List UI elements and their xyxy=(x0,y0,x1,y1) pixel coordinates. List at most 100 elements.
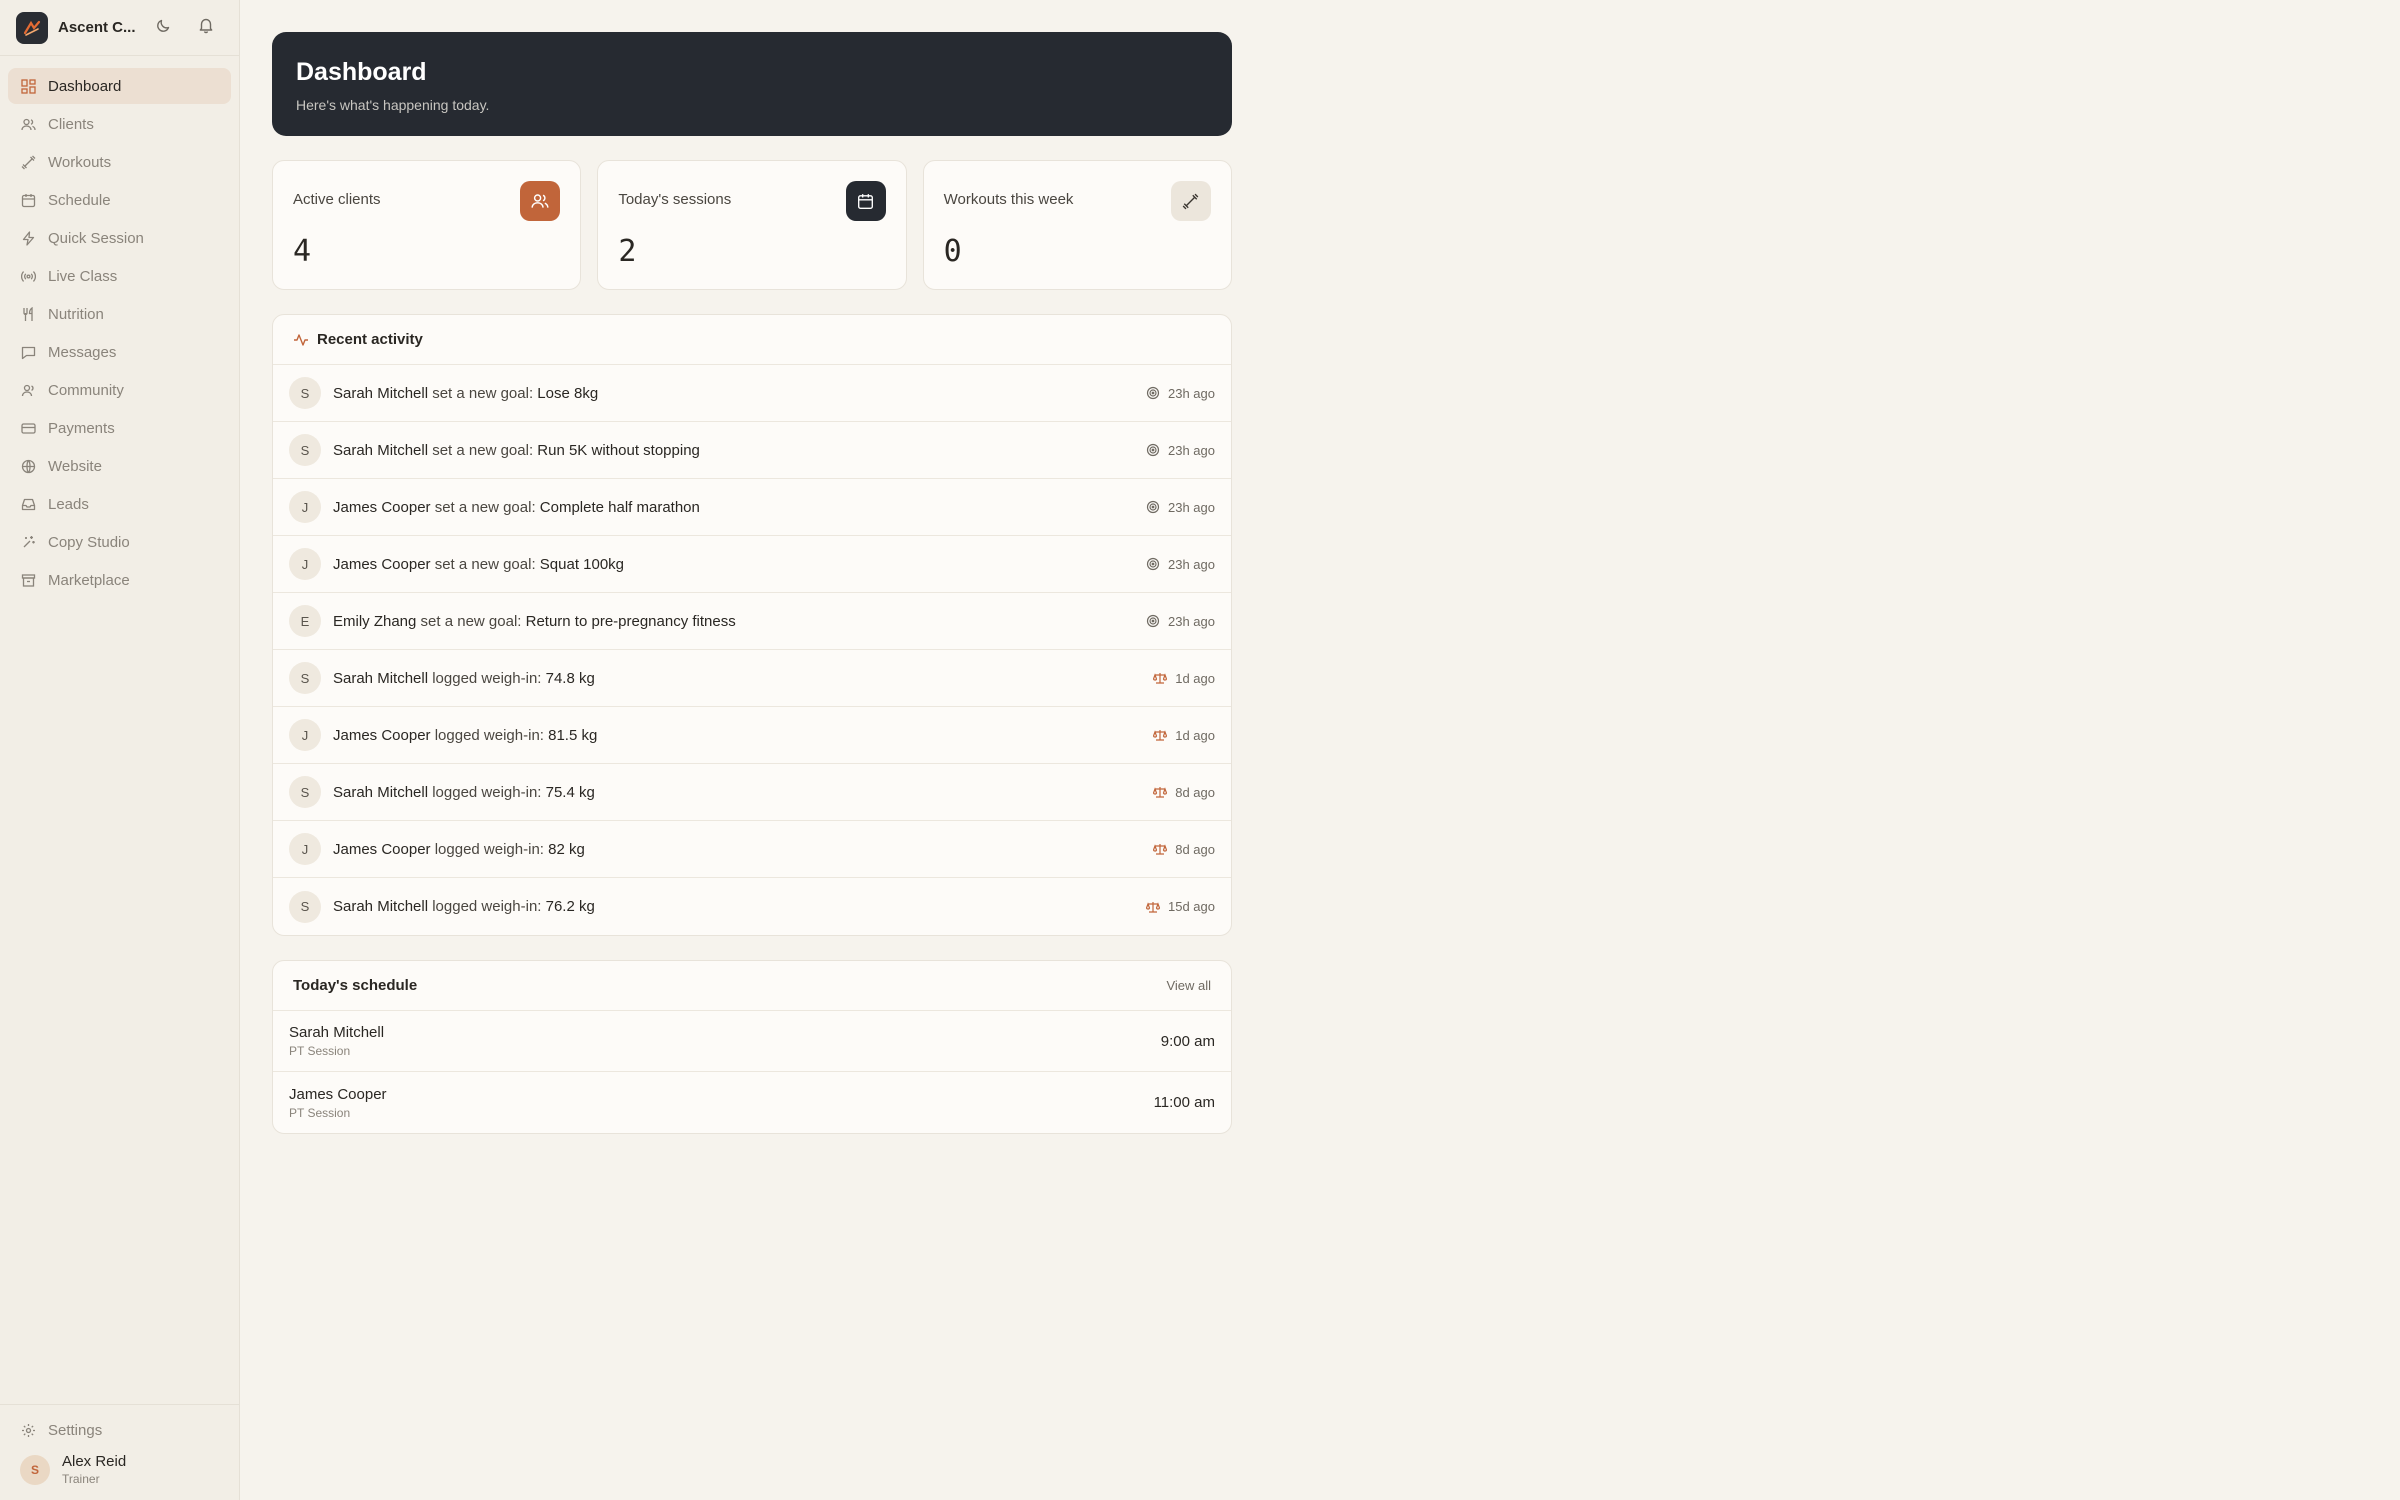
page-subtitle: Here's what's happening today. xyxy=(296,97,490,113)
activity-action: set a new goal: xyxy=(428,441,538,459)
target-icon xyxy=(1146,500,1160,514)
stat-card-workouts-week[interactable]: Workouts this week 0 xyxy=(922,160,1232,290)
sidebar-item-label: Marketplace xyxy=(48,571,130,589)
activity-value: 76.2 kg xyxy=(545,898,595,915)
sidebar-nav: Dashboard Clients Workouts Schedule Quic… xyxy=(0,56,239,612)
activity-value: 82 kg xyxy=(548,840,585,858)
activity-text: Sarah Mitchell logged weigh-in: 74.8 kg xyxy=(333,670,595,687)
avatar: J xyxy=(289,719,321,751)
sidebar-item-label: Workouts xyxy=(48,153,112,171)
message-icon xyxy=(20,344,36,360)
activity-action: logged weigh-in: xyxy=(428,783,546,801)
activity-value: 75.4 kg xyxy=(545,783,595,801)
stat-value: 4 xyxy=(293,234,312,269)
card-icon xyxy=(20,420,36,436)
user-profile[interactable]: S Alex Reid Trainer xyxy=(8,1447,232,1486)
scale-icon xyxy=(1146,900,1160,914)
avatar: S xyxy=(289,377,321,409)
sidebar-item-label: Payments xyxy=(48,419,115,437)
target-icon xyxy=(1146,614,1160,628)
activity-row[interactable]: S Sarah Mitchell logged weigh-in: 74.8 kg… xyxy=(273,650,1231,707)
sidebar-item-payments[interactable]: Payments xyxy=(8,410,231,446)
sidebar-item-clients[interactable]: Clients xyxy=(8,106,231,142)
target-icon xyxy=(1146,443,1160,457)
sidebar-item-messages[interactable]: Messages xyxy=(8,334,231,370)
activity-row[interactable]: S Sarah Mitchell logged weigh-in: 76.2 kg… xyxy=(273,878,1231,935)
view-all-link[interactable]: View all xyxy=(1166,978,1211,993)
sidebar-item-nutrition[interactable]: Nutrition xyxy=(8,296,231,332)
sidebar-item-live-class[interactable]: Live Class xyxy=(8,258,231,294)
activity-row[interactable]: S Sarah Mitchell set a new goal: Lose 8kg… xyxy=(273,365,1231,422)
activity-row[interactable]: J James Cooper set a new goal: Squat 100k… xyxy=(273,536,1231,593)
activity-row[interactable]: E Emily Zhang set a new goal: Return to p… xyxy=(273,593,1231,650)
sidebar: Ascent C... Dashboard Clients Workouts S… xyxy=(0,0,240,1500)
activity-time: 23h ago xyxy=(1168,613,1215,629)
sidebar-item-label: Leads xyxy=(48,495,89,513)
activity-meta: 23h ago xyxy=(1146,386,1215,401)
dashboard-hero: Dashboard Here's what's happening today. xyxy=(272,32,1232,136)
activity-action: logged weigh-in: xyxy=(430,726,549,744)
activity-row[interactable]: J James Cooper logged weigh-in: 82 kg 8d a… xyxy=(273,821,1231,878)
activity-row[interactable]: S Sarah Mitchell logged weigh-in: 75.4 kg… xyxy=(273,764,1231,821)
sidebar-item-marketplace[interactable]: Marketplace xyxy=(8,562,231,598)
stat-card-todays-sessions[interactable]: Today's sessions 2 xyxy=(597,160,907,290)
sidebar-item-community[interactable]: Community xyxy=(8,372,231,408)
store-icon xyxy=(20,572,36,588)
user-role: Trainer xyxy=(62,1472,100,1486)
globe-icon xyxy=(20,458,36,474)
schedule-session-type: PT Session xyxy=(289,1105,351,1120)
activity-action: set a new goal: xyxy=(430,555,540,573)
activity-meta: 23h ago xyxy=(1146,443,1215,458)
activity-action: set a new goal: xyxy=(416,612,526,630)
activity-value: Squat 100kg xyxy=(539,555,625,573)
app-name: Ascent C... xyxy=(58,19,136,36)
activity-row[interactable]: S Sarah Mitchell set a new goal: Run 5K w… xyxy=(273,422,1231,479)
client-name: James Cooper xyxy=(333,726,431,744)
activity-meta: 1d ago xyxy=(1153,728,1215,743)
activity-action: set a new goal: xyxy=(428,384,538,402)
sidebar-item-dashboard[interactable]: Dashboard xyxy=(8,68,231,104)
client-name: Sarah Mitchell xyxy=(333,441,429,459)
sidebar-item-label: Schedule xyxy=(48,191,111,209)
todays-schedule-card: Today's schedule View all Sarah Mitchell… xyxy=(272,960,1232,1134)
sidebar-item-label: Nutrition xyxy=(48,305,104,323)
activity-time: 23h ago xyxy=(1168,499,1215,515)
schedule-row[interactable]: James Cooper PT Session 11:00 am xyxy=(273,1072,1231,1133)
activity-time: 8d ago xyxy=(1175,784,1215,800)
target-icon xyxy=(1146,557,1160,571)
sparkle-icon xyxy=(20,534,36,550)
sidebar-item-quick-session[interactable]: Quick Session xyxy=(8,220,231,256)
activity-text: James Cooper logged weigh-in: 82 kg xyxy=(333,841,585,858)
dark-mode-toggle[interactable] xyxy=(150,14,178,42)
activity-text: Sarah Mitchell set a new goal: Run 5K wi… xyxy=(333,442,700,459)
sidebar-item-settings[interactable]: Settings xyxy=(8,1413,232,1447)
sidebar-item-website[interactable]: Website xyxy=(8,448,231,484)
activity-text: James Cooper logged weigh-in: 81.5 kg xyxy=(333,727,597,744)
calendar-icon xyxy=(845,181,886,221)
users-icon xyxy=(520,181,561,221)
client-name: Emily Zhang xyxy=(333,612,417,630)
sidebar-item-label: Clients xyxy=(48,115,94,133)
app-logo-icon[interactable] xyxy=(16,11,48,44)
todays-schedule-header: Today's schedule View all xyxy=(273,961,1231,1011)
notifications-button[interactable] xyxy=(192,14,220,42)
brand-header: Ascent C... xyxy=(0,0,239,56)
activity-value: Run 5K without stopping xyxy=(537,441,700,459)
activity-meta: 8d ago xyxy=(1153,842,1215,857)
client-name: Sarah Mitchell xyxy=(333,669,429,687)
sidebar-item-workouts[interactable]: Workouts xyxy=(8,144,231,180)
activity-row[interactable]: J James Cooper logged weigh-in: 81.5 kg 1d… xyxy=(273,707,1231,764)
sidebar-item-leads[interactable]: Leads xyxy=(8,486,231,522)
activity-meta: 8d ago xyxy=(1153,785,1215,800)
activity-row[interactable]: J James Cooper set a new goal: Complete h… xyxy=(273,479,1231,536)
activity-meta: 1d ago xyxy=(1153,671,1215,686)
activity-text: Emily Zhang set a new goal: Return to pr… xyxy=(333,613,736,630)
activity-value: 81.5 kg xyxy=(548,726,598,744)
sidebar-item-copy-studio[interactable]: Copy Studio xyxy=(8,524,231,560)
schedule-row[interactable]: Sarah Mitchell PT Session 9:00 am xyxy=(273,1011,1231,1072)
sidebar-item-schedule[interactable]: Schedule xyxy=(8,182,231,218)
stat-card-active-clients[interactable]: Active clients 4 xyxy=(272,160,582,290)
schedule-client-name: Sarah Mitchell xyxy=(289,1024,385,1041)
activity-time: 15d ago xyxy=(1168,899,1215,914)
activity-text: James Cooper set a new goal: Squat 100kg xyxy=(333,556,624,573)
